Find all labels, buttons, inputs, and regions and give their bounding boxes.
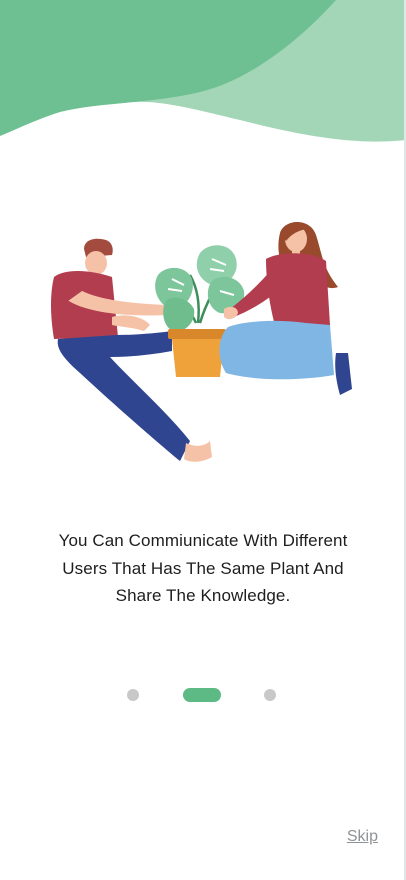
page-dot-3[interactable] — [264, 689, 276, 701]
page-dot-2-active[interactable] — [183, 688, 221, 702]
woman-figure — [219, 222, 352, 395]
onboarding-message: You Can Commiunicate With Different User… — [58, 531, 348, 605]
page-indicator — [0, 688, 406, 702]
people-plant-illustration — [51, 222, 352, 462]
skip-link[interactable]: Skip — [347, 828, 378, 846]
onboarding-screen: You Can Commiunicate With Different User… — [0, 0, 406, 880]
header-wave-decoration — [0, 0, 406, 142]
page-dot-1[interactable] — [127, 689, 139, 701]
